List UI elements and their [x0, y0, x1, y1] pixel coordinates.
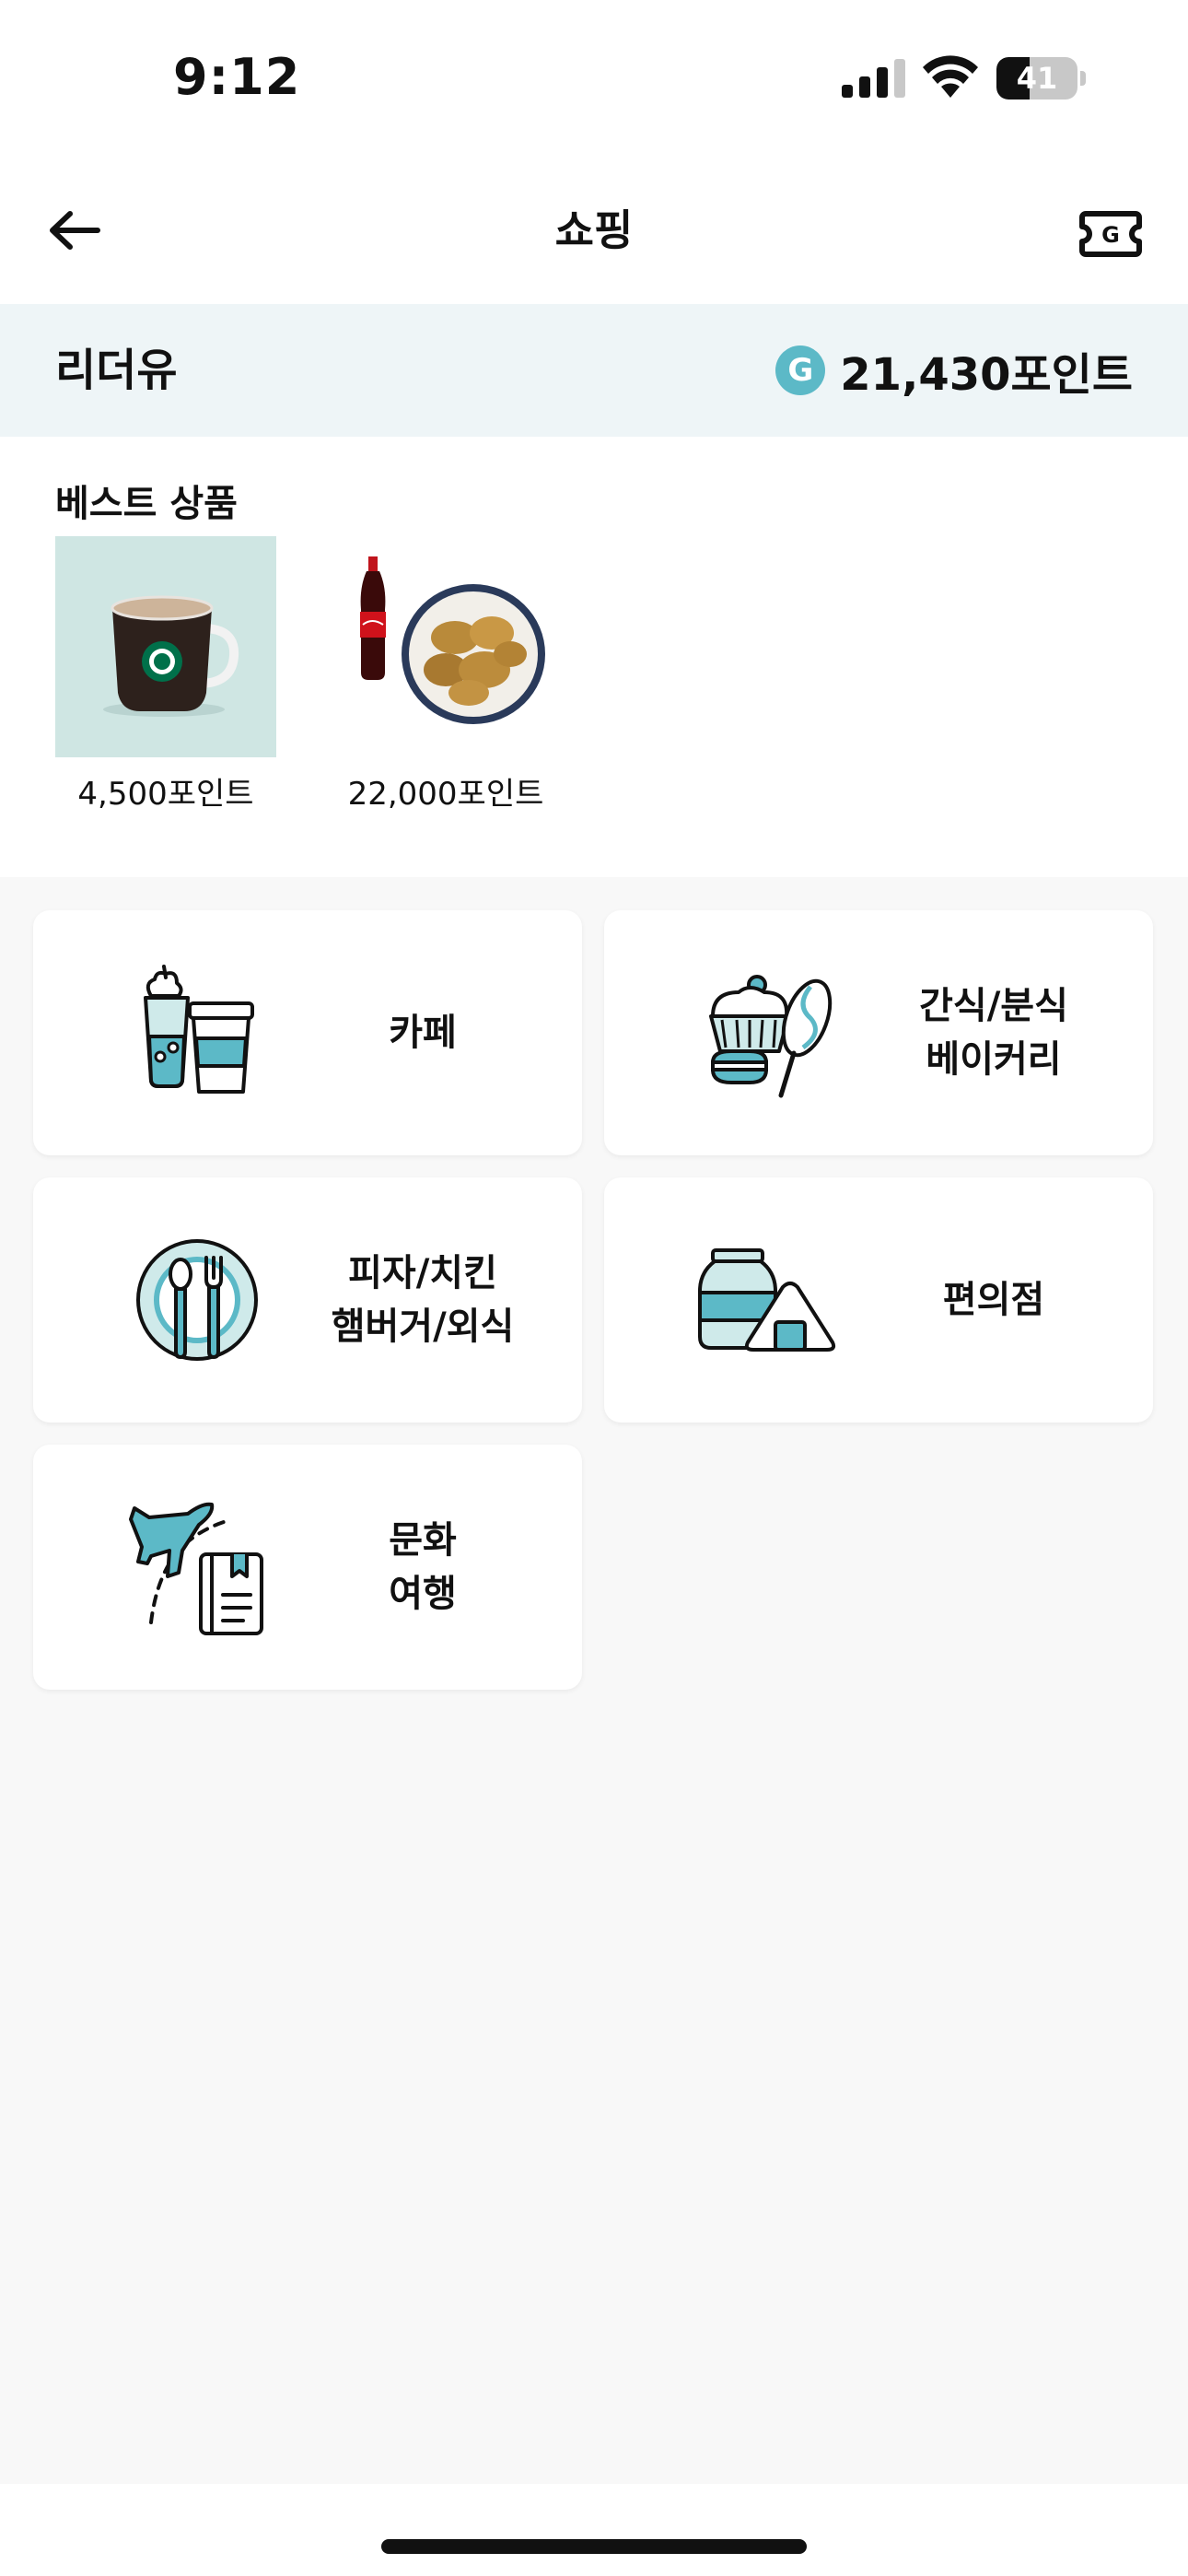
shopping-page: 9:12 41 쇼핑 G 리더유 G 21,430포인트 베스트 상품 4,50… [0, 0, 1188, 2576]
bottom-safe-area [0, 2484, 1188, 2576]
g-coin-icon: G [775, 345, 826, 395]
chicken-and-cola-image [335, 536, 556, 757]
category-label: 문화 여행 [389, 1519, 457, 1615]
top-nav: 쇼핑 G [0, 157, 1188, 304]
wifi-icon [923, 55, 978, 98]
culture-travel-icon [129, 1502, 263, 1635]
points-balance[interactable]: G 21,430포인트 [775, 304, 1133, 437]
category-label: 카페 [389, 1012, 457, 1054]
svg-text:G: G [1101, 222, 1120, 248]
cellular-signal-icon [842, 59, 905, 98]
best-products-section: 베스트 상품 4,500포인트 22,000포인트 [0, 437, 1188, 877]
coffee-mug-image [55, 536, 276, 757]
best-product-card[interactable]: 22,000포인트 [335, 536, 556, 814]
category-card-culture-travel[interactable]: 문화 여행 [33, 1445, 582, 1690]
snack-bakery-icon [709, 975, 833, 1098]
category-card-cafe[interactable]: 카페 [33, 910, 582, 1155]
cafe-drinks-icon [144, 965, 254, 1094]
points-value: 21,430포인트 [840, 349, 1133, 401]
status-time: 9:12 [173, 48, 301, 106]
battery-level: 41 [1016, 61, 1058, 96]
section-title: 베스트 상품 [55, 483, 238, 525]
points-banner: 리더유 G 21,430포인트 [0, 304, 1188, 437]
category-card-snack-bakery[interactable]: 간식/분식 베이커리 [604, 910, 1153, 1155]
category-label: 편의점 [942, 1279, 1045, 1321]
coupon-button[interactable]: G [1074, 206, 1147, 262]
page-title: 쇼핑 [554, 205, 634, 255]
dining-utensils-icon [136, 1239, 258, 1361]
convenience-store-icon [698, 1248, 836, 1352]
back-button[interactable] [42, 203, 107, 258]
best-product-price: 4,500포인트 [77, 776, 254, 813]
user-name: 리더유 [55, 345, 178, 396]
category-label: 피자/치킨 햄버거/외식 [331, 1252, 515, 1348]
best-product-card[interactable]: 4,500포인트 [55, 536, 276, 814]
best-product-price: 22,000포인트 [347, 776, 544, 813]
status-bar: 9:12 41 [0, 0, 1188, 157]
arrow-left-icon [50, 211, 100, 250]
home-indicator[interactable] [381, 2539, 807, 2554]
g-ticket-icon: G [1079, 211, 1142, 257]
category-label: 간식/분식 베이커리 [919, 985, 1068, 1081]
category-card-pizza-chicken[interactable]: 피자/치킨 햄버거/외식 [33, 1177, 582, 1423]
battery-icon: 41 [996, 57, 1086, 100]
category-card-convenience-store[interactable]: 편의점 [604, 1177, 1153, 1423]
